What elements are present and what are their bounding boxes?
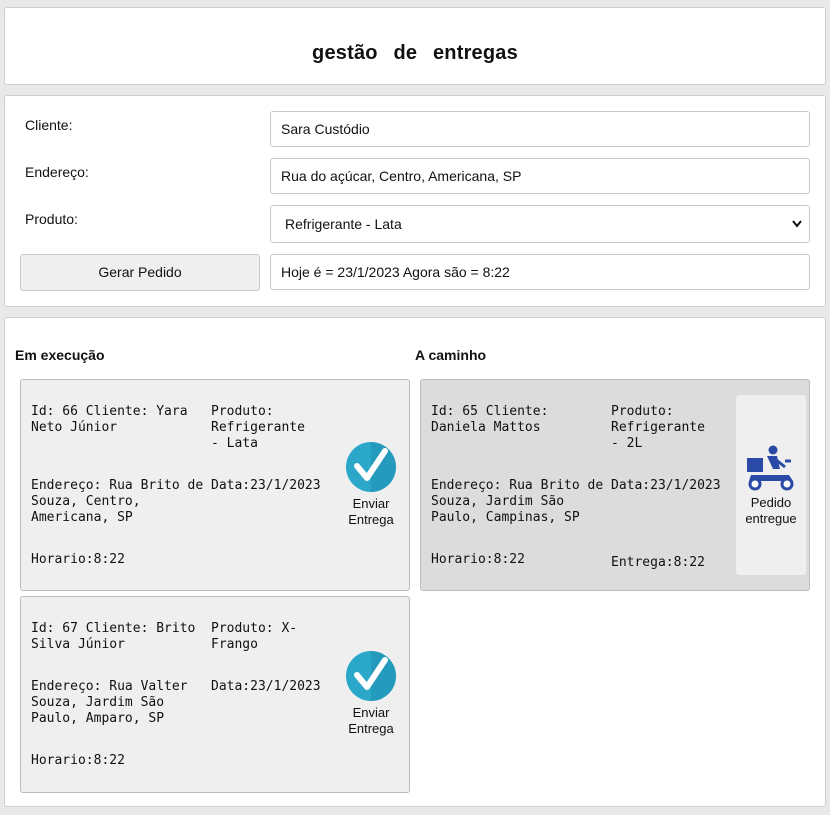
datetime-status-field[interactable] xyxy=(270,254,810,290)
order-produto: Produto: X-Frango xyxy=(211,621,298,652)
order-horario: Horario:8:22 xyxy=(31,552,125,567)
cliente-input[interactable] xyxy=(270,111,810,147)
page-title: gestão de entregas xyxy=(312,42,518,64)
header-panel: gestão de entregas xyxy=(4,7,826,85)
orders-board: Em execução A caminho Id: 66 Cliente: Ya… xyxy=(4,317,826,807)
enviar-label: Enviar xyxy=(352,705,390,720)
pedido-label: Pedido xyxy=(750,495,792,510)
order-id-cliente: Id: 65 Cliente: Daniela Mattos xyxy=(431,404,549,435)
order-form: Cliente: Endereço: Produto: Refrigerante… xyxy=(4,95,826,307)
chevron-down-icon xyxy=(791,206,803,256)
delivery-scooter-icon xyxy=(747,445,794,491)
produto-selected-value: Refrigerante - Lata xyxy=(285,216,402,232)
entrega-label: Entrega xyxy=(348,512,394,527)
produto-label: Produto: xyxy=(25,211,78,227)
order-produto: Produto: Refrigerante - Lata xyxy=(211,404,305,451)
order-data: Data:23/1/2023 xyxy=(211,679,321,694)
order-id-cliente: Id: 66 Cliente: Yara Neto Júnior xyxy=(31,404,188,435)
order-data: Data:23/1/2023 xyxy=(211,478,321,493)
enviar-entrega-button[interactable]: Enviar Entrega xyxy=(343,651,399,737)
gerar-pedido-button[interactable]: Gerar Pedido xyxy=(20,254,260,291)
order-horario: Horario:8:22 xyxy=(31,753,125,768)
enviar-label: Enviar xyxy=(352,496,390,511)
order-endereco: Endereço: Rua Valter Souza, Jardim São P… xyxy=(31,679,188,726)
order-entrega: Entrega:8:22 xyxy=(611,555,705,570)
a-caminho-title: A caminho xyxy=(415,347,487,363)
order-horario: Horario:8:22 xyxy=(431,552,525,567)
order-produto: Produto: Refrigerante - 2L xyxy=(611,404,705,451)
enviar-entrega-button[interactable]: Enviar Entrega xyxy=(343,442,399,528)
order-card-67: Id: 67 Cliente: Brito Silva Júnior Produ… xyxy=(20,596,410,793)
pedido-entregue-button[interactable]: Pedido entregue xyxy=(736,395,806,575)
endereco-input[interactable] xyxy=(270,158,810,194)
cliente-label: Cliente: xyxy=(25,117,73,133)
order-endereco: Endereço: Rua Brito de Souza, Centro, Am… xyxy=(31,478,204,525)
produto-select[interactable]: Refrigerante - Lata xyxy=(270,205,810,243)
em-execucao-title: Em execução xyxy=(15,347,105,363)
entregue-label: entregue xyxy=(745,511,797,526)
order-data: Data:23/1/2023 xyxy=(611,478,721,493)
check-circle-icon xyxy=(346,442,396,492)
order-card-65: Id: 65 Cliente: Daniela Mattos Produto: … xyxy=(420,379,810,591)
order-card-66: Id: 66 Cliente: Yara Neto Júnior Produto… xyxy=(20,379,410,591)
order-endereco: Endereço: Rua Brito de Souza, Jardim São… xyxy=(431,478,604,525)
order-id-cliente: Id: 67 Cliente: Brito Silva Júnior xyxy=(31,621,196,652)
endereco-label: Endereço: xyxy=(25,164,89,180)
entrega-label: Entrega xyxy=(348,721,394,736)
check-circle-icon xyxy=(346,651,396,701)
